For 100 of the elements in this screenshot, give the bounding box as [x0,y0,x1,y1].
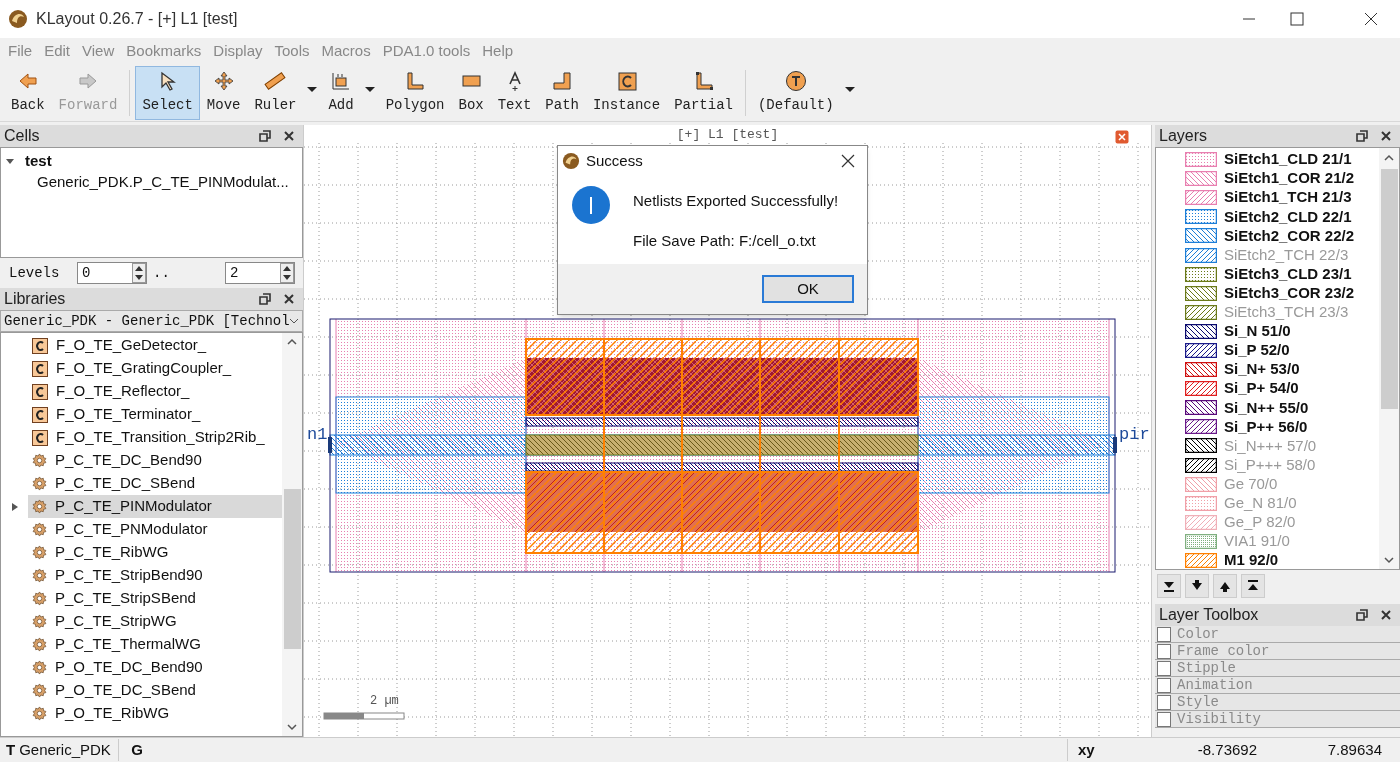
scrollbar[interactable] [282,333,302,736]
library-item[interactable]: P_O_TE_RibWG [28,702,282,725]
toolbox-checkbox[interactable] [1157,694,1171,710]
expand-arrow-icon[interactable] [10,501,19,512]
layer-item[interactable]: SiEtch1_COR 21/2 [1156,169,1379,189]
layer-stipple-swatch [1185,419,1217,435]
scroll-up-icon[interactable] [286,337,298,347]
layer-stipple-swatch [1185,228,1217,244]
level-spin-box[interactable]: 0 [77,262,147,284]
scroll-down-icon[interactable] [1383,555,1395,565]
layer-item[interactable]: Si_P 52/0 [1156,340,1379,361]
layer-item[interactable]: Si_N+ 53/0 [1156,360,1379,380]
float-icon[interactable] [1356,609,1368,621]
layer-toolbox-title: Layer Toolbox [1159,605,1260,625]
library-item[interactable]: P_C_TE_PINModulator [28,495,282,518]
status-x: -8.73692 [1196,739,1257,760]
status-tech-label: T [6,739,16,760]
library-dropdown[interactable]: Generic_PDK - Generic_PDK [Technol [0,310,303,332]
library-item[interactable]: F_O_TE_GratingCoupler_ [28,357,282,380]
layer-item[interactable]: Si_P++ 56/0 [1156,417,1379,437]
gear-icon [32,522,47,537]
layer-stipple-swatch [1185,152,1217,168]
close-icon[interactable] [1380,130,1392,142]
move-top-button[interactable] [1241,574,1265,598]
layer-item[interactable]: Si_N++ 55/0 [1156,398,1379,418]
scrollbar-thumb[interactable] [1380,169,1398,409]
layers-panel-title: Layers [1159,126,1209,146]
toolbox-checkbox[interactable] [1157,677,1171,693]
close-icon[interactable] [283,130,295,142]
toolbar-button[interactable]: Path [538,65,586,120]
library-item[interactable]: F_O_TE_Transition_Strip2Rib_ [28,426,282,449]
layer-item[interactable]: Si_N 51/0 [1156,321,1379,341]
layer-item[interactable]: SiEtch1_TCH 21/3 [1156,188,1379,208]
toolbar-button[interactable]: Select [135,65,200,120]
library-item[interactable]: P_O_TE_DC_Bend90 [28,656,282,679]
library-item[interactable]: F_O_TE_Reflector_ [28,380,282,403]
level-spin-box[interactable]: 2 [225,262,295,284]
layer-item[interactable]: SiEtch3_COR 23/2 [1156,283,1379,303]
expand-arrow-icon[interactable] [5,156,15,166]
move-down-button[interactable] [1185,574,1209,598]
toolbox-checkbox[interactable] [1157,643,1171,659]
close-view-icon[interactable] [1115,130,1129,144]
app-logo-icon [562,152,580,170]
layer-item[interactable]: SiEtch2_COR 22/2 [1156,226,1379,246]
toolbar-button[interactable]: Text [490,65,539,120]
toolbar-button[interactable]: Move [199,65,248,120]
layer-stipple-swatch [1185,495,1217,511]
layer-stipple-swatch [1185,323,1217,339]
library-item[interactable]: P_C_TE_StripSBend [28,587,282,610]
library-item[interactable]: P_C_TE_PNModulator [28,518,282,541]
ok-button[interactable]: OK [762,275,854,303]
chevron-down-icon[interactable] [289,317,299,325]
scrollbar-thumb[interactable] [283,489,301,649]
levels-label: Levels [9,263,61,283]
layer-stipple-swatch [1185,209,1217,225]
toolbar-button[interactable]: Box [451,65,491,120]
spin-arrows-icon[interactable] [132,263,146,283]
close-icon[interactable] [1380,609,1392,621]
scroll-up-icon[interactable] [1383,153,1395,163]
move-bottom-button[interactable] [1157,574,1181,598]
toolbox-checkbox[interactable] [1157,660,1171,676]
gear-icon [32,683,47,698]
library-item[interactable]: P_C_TE_RibWG [28,541,282,564]
close-icon[interactable] [283,293,295,305]
layer-item[interactable]: Si_P+ 54/0 [1156,379,1379,399]
float-icon[interactable] [1356,130,1368,142]
cell-icon [32,337,48,354]
library-item[interactable]: F_O_TE_GeDetector_ [28,334,282,357]
spin-arrows-icon[interactable] [280,263,294,283]
scrollbar[interactable] [1379,148,1399,569]
layer-stipple-swatch [1185,457,1217,473]
layer-item[interactable]: SiEtch3_CLD 23/1 [1156,264,1379,284]
float-icon[interactable] [259,293,271,305]
layer-item[interactable]: M1 92/0 [1156,550,1379,571]
layer-item[interactable]: SiEtch2_CLD 22/1 [1156,207,1379,227]
toolbar-button[interactable]: Back [4,65,52,120]
toolbar-button[interactable]: Polygon [378,65,452,120]
toolbox-checkbox[interactable] [1157,711,1171,727]
toolbar-button[interactable]: Instance [585,65,668,120]
move-up-button[interactable] [1213,574,1237,598]
library-item[interactable]: P_C_TE_StripWG [28,610,282,633]
toolbar-button[interactable]: Ruler [247,65,304,120]
library-item[interactable]: P_C_TE_StripBend90 [28,564,282,587]
close-icon[interactable] [841,154,855,168]
close-icon[interactable] [1364,12,1378,26]
tree-item[interactable]: Generic_PDK.P_C_TE_PINModulat... [37,170,289,194]
library-item[interactable]: F_O_TE_Terminator_ [28,403,282,426]
layer-item[interactable]: SiEtch1_CLD 21/1 [1156,150,1379,170]
library-item[interactable]: P_C_TE_ThermalWG [28,633,282,656]
maximize-icon[interactable] [1290,12,1304,26]
toolbar-button[interactable]: Add [321,65,361,120]
toolbar-button[interactable]: Partial [667,65,740,120]
library-item[interactable]: P_C_TE_DC_SBend [28,472,282,495]
float-icon[interactable] [259,130,271,142]
toolbox-checkbox[interactable] [1157,626,1171,642]
library-item[interactable]: P_O_TE_DC_SBend [28,679,282,702]
toolbar-button[interactable]: (Default) [750,65,841,120]
scroll-down-icon[interactable] [286,722,298,732]
tree-item[interactable]: test [25,149,52,173]
library-item[interactable]: P_C_TE_DC_Bend90 [28,449,282,472]
